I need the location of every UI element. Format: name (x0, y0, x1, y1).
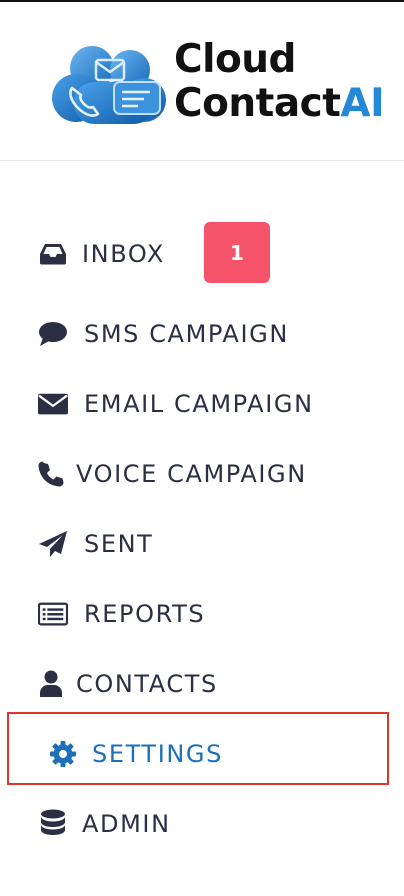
sidebar-item-voice-campaign[interactable]: VOICE CAMPAIGN (0, 446, 404, 502)
sidebar-item-email-campaign[interactable]: EMAIL CAMPAIGN (0, 376, 404, 432)
sidebar-item-sms-campaign-label: SMS CAMPAIGN (84, 320, 289, 348)
sidebar-item-contacts[interactable]: CONTACTS (0, 656, 404, 712)
brand-logo-icon[interactable] (52, 42, 170, 128)
sidebar-item-email-campaign-label: EMAIL CAMPAIGN (84, 390, 314, 418)
sidebar-item-admin-label: ADMIN (82, 810, 171, 838)
sidebar-item-reports-label: REPORTS (84, 600, 206, 628)
brand-line-2-main: Contact (174, 81, 341, 126)
sidebar-item-sms-campaign[interactable]: SMS CAMPAIGN (0, 306, 404, 362)
inbox-icon (38, 239, 68, 269)
sidebar-item-inbox[interactable]: INBOX (0, 226, 404, 282)
brand-line-1: Cloud (174, 37, 296, 82)
sidebar-item-voice-campaign-label: VOICE CAMPAIGN (76, 460, 307, 488)
header-divider (0, 160, 404, 161)
sidebar-item-settings-label: SETTINGS (92, 740, 223, 768)
phone-icon (36, 459, 66, 489)
envelope-icon (38, 389, 68, 419)
list-alt-icon (38, 599, 68, 629)
brand-wordmark[interactable]: Cloud ContactAI (174, 37, 385, 128)
sidebar-item-sent[interactable]: SENT (0, 516, 404, 572)
sidebar-item-admin[interactable]: ADMIN (0, 796, 404, 852)
sidebar-item-reports[interactable]: REPORTS (0, 586, 404, 642)
brand-line-2-accent: AI (340, 81, 385, 126)
sidebar-item-sent-label: SENT (84, 530, 154, 558)
sidebar-item-contacts-label: CONTACTS (76, 670, 218, 698)
user-icon (36, 669, 66, 699)
gear-icon (48, 739, 78, 769)
paper-plane-icon (38, 529, 68, 559)
sidebar-header: Cloud ContactAI (0, 2, 404, 160)
database-icon (38, 809, 68, 839)
chat-bubble-icon (38, 319, 68, 349)
brand-line-2: ContactAI (174, 81, 385, 128)
inbox-count-badge: 1 (204, 222, 270, 283)
sidebar-item-inbox-label: INBOX (82, 240, 165, 268)
sidebar-item-settings[interactable]: SETTINGS (0, 726, 404, 782)
